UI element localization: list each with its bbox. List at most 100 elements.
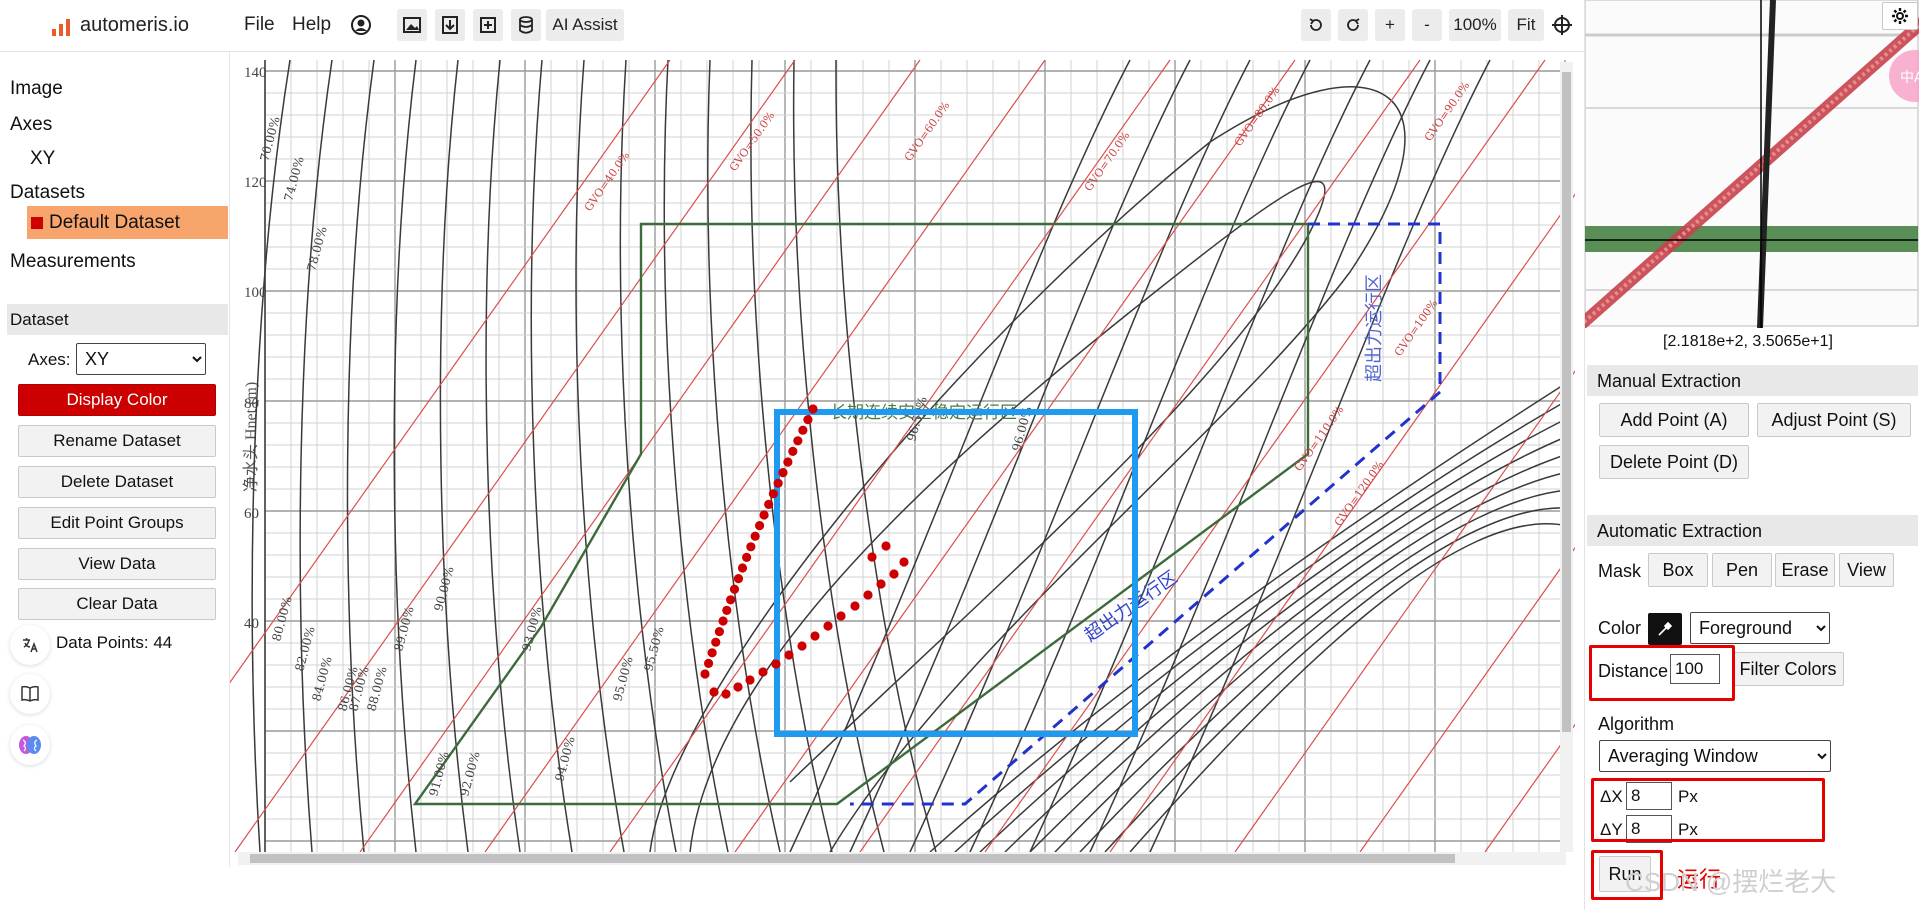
dataset-point <box>808 404 818 414</box>
view-data-button[interactable]: View Data <box>18 548 216 580</box>
dataset-point <box>850 601 860 611</box>
import-icon[interactable] <box>435 9 465 41</box>
user-icon[interactable] <box>350 14 372 42</box>
translate-icon[interactable] <box>10 625 50 665</box>
magnifier-view: 中A <box>1585 0 1919 328</box>
adjust-point-button[interactable]: Adjust Point (S) <box>1757 403 1911 437</box>
mask-view-button[interactable]: View <box>1839 553 1894 587</box>
tree-axes[interactable]: Axes <box>10 114 52 136</box>
dataset-name: Default Dataset <box>49 211 180 233</box>
dataset-point <box>783 457 793 467</box>
dataset-point <box>737 563 748 573</box>
display-color-button[interactable]: Display Color <box>18 384 216 416</box>
magnifier-settings-icon[interactable] <box>1882 2 1918 30</box>
dataset-point <box>768 489 778 499</box>
brand-logo[interactable]: automeris.io <box>50 14 189 37</box>
dataset-point <box>867 552 877 562</box>
vertical-scroll-thumb <box>1562 72 1571 732</box>
brand-name: automeris.io <box>80 14 189 36</box>
zone-overload-label: 超出力运行区 <box>1364 274 1385 382</box>
dataset-point <box>788 446 798 456</box>
add-point-button[interactable]: Add Point (A) <box>1599 403 1749 437</box>
mask-box-button[interactable]: Box <box>1648 553 1708 587</box>
dataset-point <box>793 436 803 446</box>
tree-datasets[interactable]: Datasets <box>10 182 85 204</box>
dataset-panel-header: Dataset <box>7 304 228 335</box>
color-label: Color <box>1598 618 1642 638</box>
delete-dataset-button[interactable]: Delete Dataset <box>18 466 216 498</box>
data-points-count: Data Points: 44 <box>56 633 173 652</box>
plot-canvas[interactable]: 140 120 100 80 60 40 净水头 Hnet (m) 长期连续安全稳定运行区… <box>230 52 1575 867</box>
axes-select[interactable]: XY <box>76 343 206 375</box>
load-image-icon[interactable] <box>397 9 427 41</box>
color-picker-icon[interactable] <box>1648 613 1682 645</box>
dataset-point <box>707 648 717 658</box>
distance-highlight-box <box>1589 645 1735 701</box>
fit-button[interactable]: Fit <box>1508 9 1544 41</box>
axes-label: Axes: <box>28 350 71 369</box>
book-icon[interactable] <box>10 674 50 714</box>
dataset-point <box>754 521 765 531</box>
rename-dataset-button[interactable]: Rename Dataset <box>18 425 216 457</box>
mask-pen-button[interactable]: Pen <box>1712 553 1772 587</box>
clear-data-button[interactable]: Clear Data <box>18 588 216 620</box>
dataset-point <box>797 641 807 651</box>
left-sidebar: Image Axes XY Datasets Default Dataset M… <box>0 52 230 867</box>
dataset-point <box>784 650 794 660</box>
crosshair-icon[interactable] <box>1548 9 1576 41</box>
dataset-point <box>889 569 899 579</box>
filter-colors-button[interactable]: Filter Colors <box>1732 652 1844 686</box>
manual-extraction-header: Manual Extraction <box>1587 365 1918 396</box>
tree-image[interactable]: Image <box>10 78 63 100</box>
top-toolbar: automeris.io File Help AI Assist + - 100… <box>0 0 1584 52</box>
svg-text:中A: 中A <box>1900 70 1919 86</box>
dataset-point <box>745 675 755 685</box>
undo-icon[interactable] <box>1301 9 1331 41</box>
ai-assist-button[interactable]: AI Assist <box>546 9 624 41</box>
dataset-point <box>758 667 768 677</box>
menu-file[interactable]: File <box>244 14 275 36</box>
dataset-point <box>823 621 833 631</box>
tree-axes-xy[interactable]: XY <box>30 148 55 170</box>
dataset-point <box>729 584 740 594</box>
edit-point-groups-button[interactable]: Edit Point Groups <box>18 507 216 539</box>
dataset-point <box>718 616 728 626</box>
automatic-extraction-header: Automatic Extraction <box>1587 515 1918 546</box>
dataset-point <box>722 605 732 616</box>
horizontal-scroll-thumb <box>250 854 1455 863</box>
dataset-point <box>703 658 714 669</box>
dataset-point <box>714 627 724 637</box>
dataset-point <box>863 590 873 600</box>
dataset-point <box>881 541 891 551</box>
dataset-point <box>700 669 710 679</box>
redo-icon[interactable] <box>1338 9 1368 41</box>
dataset-point <box>733 682 743 692</box>
tree-default-dataset[interactable]: Default Dataset <box>27 206 228 239</box>
algorithm-select[interactable]: Averaging Window <box>1599 740 1831 772</box>
dataset-point <box>899 557 909 567</box>
add-plot-icon[interactable] <box>473 9 503 41</box>
color-mode-select[interactable]: Foreground <box>1690 612 1830 644</box>
tree-measurements[interactable]: Measurements <box>10 251 136 273</box>
dataset-point <box>742 552 752 562</box>
mask-label: Mask <box>1598 561 1642 581</box>
brain-icon[interactable] <box>10 725 50 765</box>
zoom-level[interactable]: 100% <box>1449 9 1501 41</box>
dataset-point <box>778 468 788 478</box>
mask-erase-button[interactable]: Erase <box>1775 553 1835 587</box>
delete-point-button[interactable]: Delete Point (D) <box>1599 445 1749 479</box>
database-icon[interactable] <box>511 9 541 41</box>
dataset-point <box>726 595 736 605</box>
delta-highlight-box <box>1591 778 1825 842</box>
zoom-in-button[interactable]: + <box>1375 9 1405 41</box>
watermark: CSDN @摆烂老大 <box>1625 867 1837 897</box>
dataset-point <box>750 531 760 541</box>
dataset-point <box>721 689 731 699</box>
dataset-point <box>773 478 783 488</box>
dataset-color-swatch <box>31 216 43 229</box>
dataset-point <box>798 425 808 435</box>
plot-image[interactable]: 140120100806040 净水头 Hnet (m) 长期连续安全稳定运行区… <box>230 52 1575 867</box>
cursor-coordinates: [2.1818e+2, 3.5065e+1] <box>1663 333 1833 350</box>
menu-help[interactable]: Help <box>292 14 331 36</box>
zoom-out-button[interactable]: - <box>1412 9 1442 41</box>
